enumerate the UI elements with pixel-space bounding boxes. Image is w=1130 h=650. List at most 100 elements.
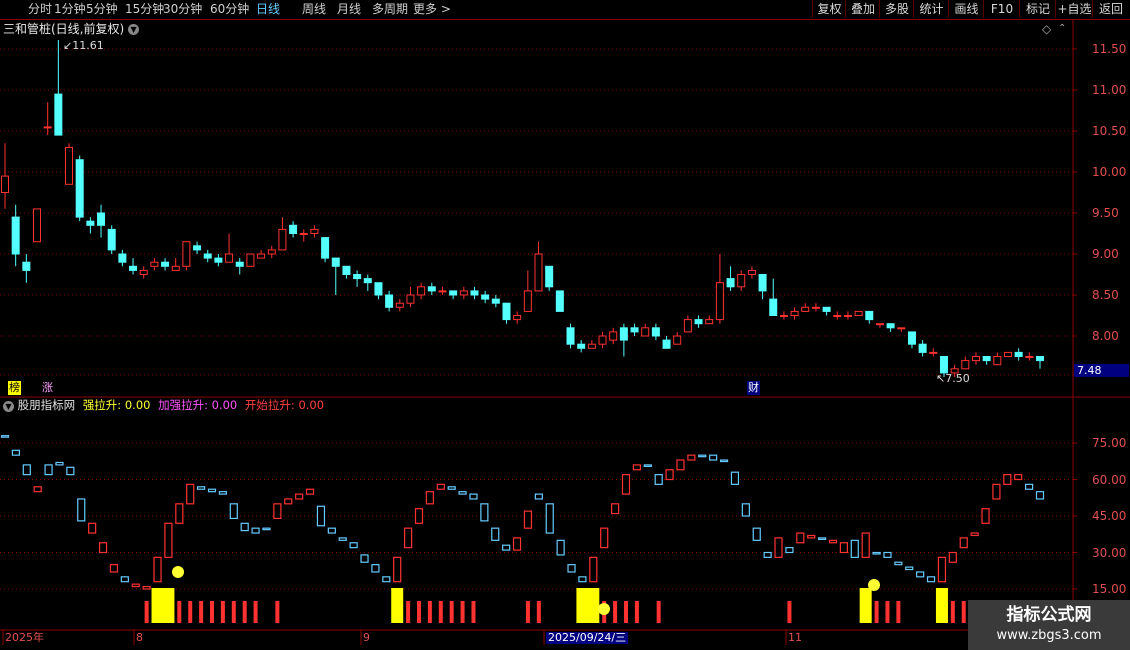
toolbar-button-5[interactable]: F10 <box>983 0 1020 18</box>
indicator-bar <box>338 537 347 541</box>
indicator-tick-label: 60.00 <box>1092 472 1127 487</box>
candle-body <box>779 315 788 317</box>
smiley-icon <box>598 603 610 615</box>
indicator-bar <box>88 522 97 534</box>
candle-body <box>22 261 31 271</box>
candle-body <box>75 159 84 218</box>
date-label: 9 <box>363 631 370 644</box>
candle-body <box>833 315 842 317</box>
watermark: 指标公式网 www.zbgs3.com <box>968 600 1130 650</box>
candle-body <box>118 253 127 263</box>
candle-body <box>737 274 746 288</box>
candle-body <box>481 294 490 300</box>
indicator-bar <box>643 464 652 467</box>
yellow-signal-bar <box>587 588 600 623</box>
indicator-bar <box>436 483 445 490</box>
indicator-bar <box>502 544 511 551</box>
candle-body <box>214 257 223 263</box>
period-6[interactable]: 日线 <box>256 2 280 16</box>
indicator-bar <box>719 459 729 463</box>
candle-body <box>897 327 906 330</box>
indicator-bar <box>948 551 957 563</box>
indicator-bar <box>621 474 631 495</box>
indicator-bar <box>665 469 674 481</box>
candle-body <box>907 331 916 345</box>
candle-body <box>1014 351 1023 357</box>
signal-bar <box>210 601 214 623</box>
candle-body <box>289 224 298 235</box>
indicator-tick-label: 30.00 <box>1092 545 1127 560</box>
candle-body <box>193 245 202 251</box>
indicator-bar <box>218 491 227 495</box>
indicator-bar <box>763 551 772 558</box>
indicator-bar <box>98 542 108 554</box>
toolbar-button-7[interactable]: +自选 <box>1055 0 1093 18</box>
candle-body <box>993 356 1002 366</box>
toolbar-button-6[interactable]: 标记 <box>1019 0 1056 18</box>
indicator-tick-label: 15.00 <box>1092 582 1127 596</box>
toolbar-button-8[interactable]: 返回 <box>1092 0 1129 18</box>
period-2[interactable]: 5分钟 <box>86 2 118 16</box>
candle-body <box>609 331 618 341</box>
candle-body <box>929 351 938 354</box>
period-10[interactable]: 更多 > <box>413 2 451 16</box>
indicator-name[interactable]: 股朋指标网 <box>18 398 76 412</box>
cai-marker[interactable]: 财 <box>747 381 760 395</box>
indicator-bar <box>774 537 783 558</box>
indicator-bar <box>295 493 304 500</box>
price-tag: 7.48 <box>1074 364 1129 377</box>
signal-bar <box>896 601 901 623</box>
yellow-signal-bar <box>859 588 872 623</box>
signal-bar <box>275 601 280 623</box>
zhang-marker[interactable]: 涨 <box>42 381 53 395</box>
chart-area <box>0 20 1130 650</box>
price-tick-label: 8.50 <box>1092 288 1119 302</box>
line3-value: 0.00 <box>298 398 325 412</box>
candle-body <box>662 339 671 349</box>
toolbar-button-0[interactable]: 复权 <box>812 0 846 18</box>
indicator-bar <box>229 503 238 520</box>
indicator-bar <box>578 576 587 583</box>
indicator-bar <box>698 454 707 458</box>
period-1[interactable]: 1分钟 <box>54 2 86 16</box>
stock-title[interactable]: 三和管桩(日线,前复权) ▼ <box>3 22 140 36</box>
period-5[interactable]: 60分钟 <box>210 2 249 16</box>
chevron-down-icon[interactable]: ▼ <box>128 24 140 35</box>
indicator-bar <box>654 474 663 485</box>
indicator-bar <box>1003 474 1012 485</box>
candle-body <box>801 306 810 312</box>
gear-icon[interactable]: ▼ <box>3 401 14 412</box>
high-price-value: 11.61 <box>72 39 104 52</box>
indicator-bar <box>752 527 761 541</box>
signal-bar <box>177 601 182 623</box>
signal-bar <box>613 601 618 623</box>
toolbar-button-1[interactable]: 叠加 <box>845 0 880 18</box>
period-3[interactable]: 15分钟 <box>125 2 164 16</box>
candle-body <box>598 335 607 345</box>
period-0[interactable]: 分时 <box>28 2 52 16</box>
indicator-bar <box>926 576 936 583</box>
indicator-bar <box>687 454 696 461</box>
toolbar-button-4[interactable]: 画线 <box>948 0 984 18</box>
candle-body <box>555 290 564 312</box>
candle-body <box>534 253 543 292</box>
candle-body <box>267 249 276 255</box>
diamond-icon[interactable]: ◇ <box>1042 22 1051 36</box>
candle-body <box>363 278 372 284</box>
period-7[interactable]: 周线 <box>302 2 326 16</box>
indicator-bar <box>371 564 380 573</box>
toolbar-button-2[interactable]: 多股 <box>879 0 914 18</box>
indicator-bar <box>120 576 129 583</box>
indicator-bar <box>512 537 522 551</box>
period-8[interactable]: 月线 <box>337 2 361 16</box>
candle-body <box>545 265 554 288</box>
indicator-bar <box>207 488 217 493</box>
toolbar-button-3[interactable]: 统计 <box>913 0 949 18</box>
candle-body <box>587 343 596 349</box>
candle-body <box>577 343 586 349</box>
period-4[interactable]: 30分钟 <box>163 2 202 16</box>
period-9[interactable]: 多周期 <box>372 2 408 16</box>
chevron-up-icon[interactable]: ⌃ <box>1058 22 1066 36</box>
indicator-bar <box>327 527 336 534</box>
bang-marker[interactable]: 榜 <box>8 381 21 395</box>
